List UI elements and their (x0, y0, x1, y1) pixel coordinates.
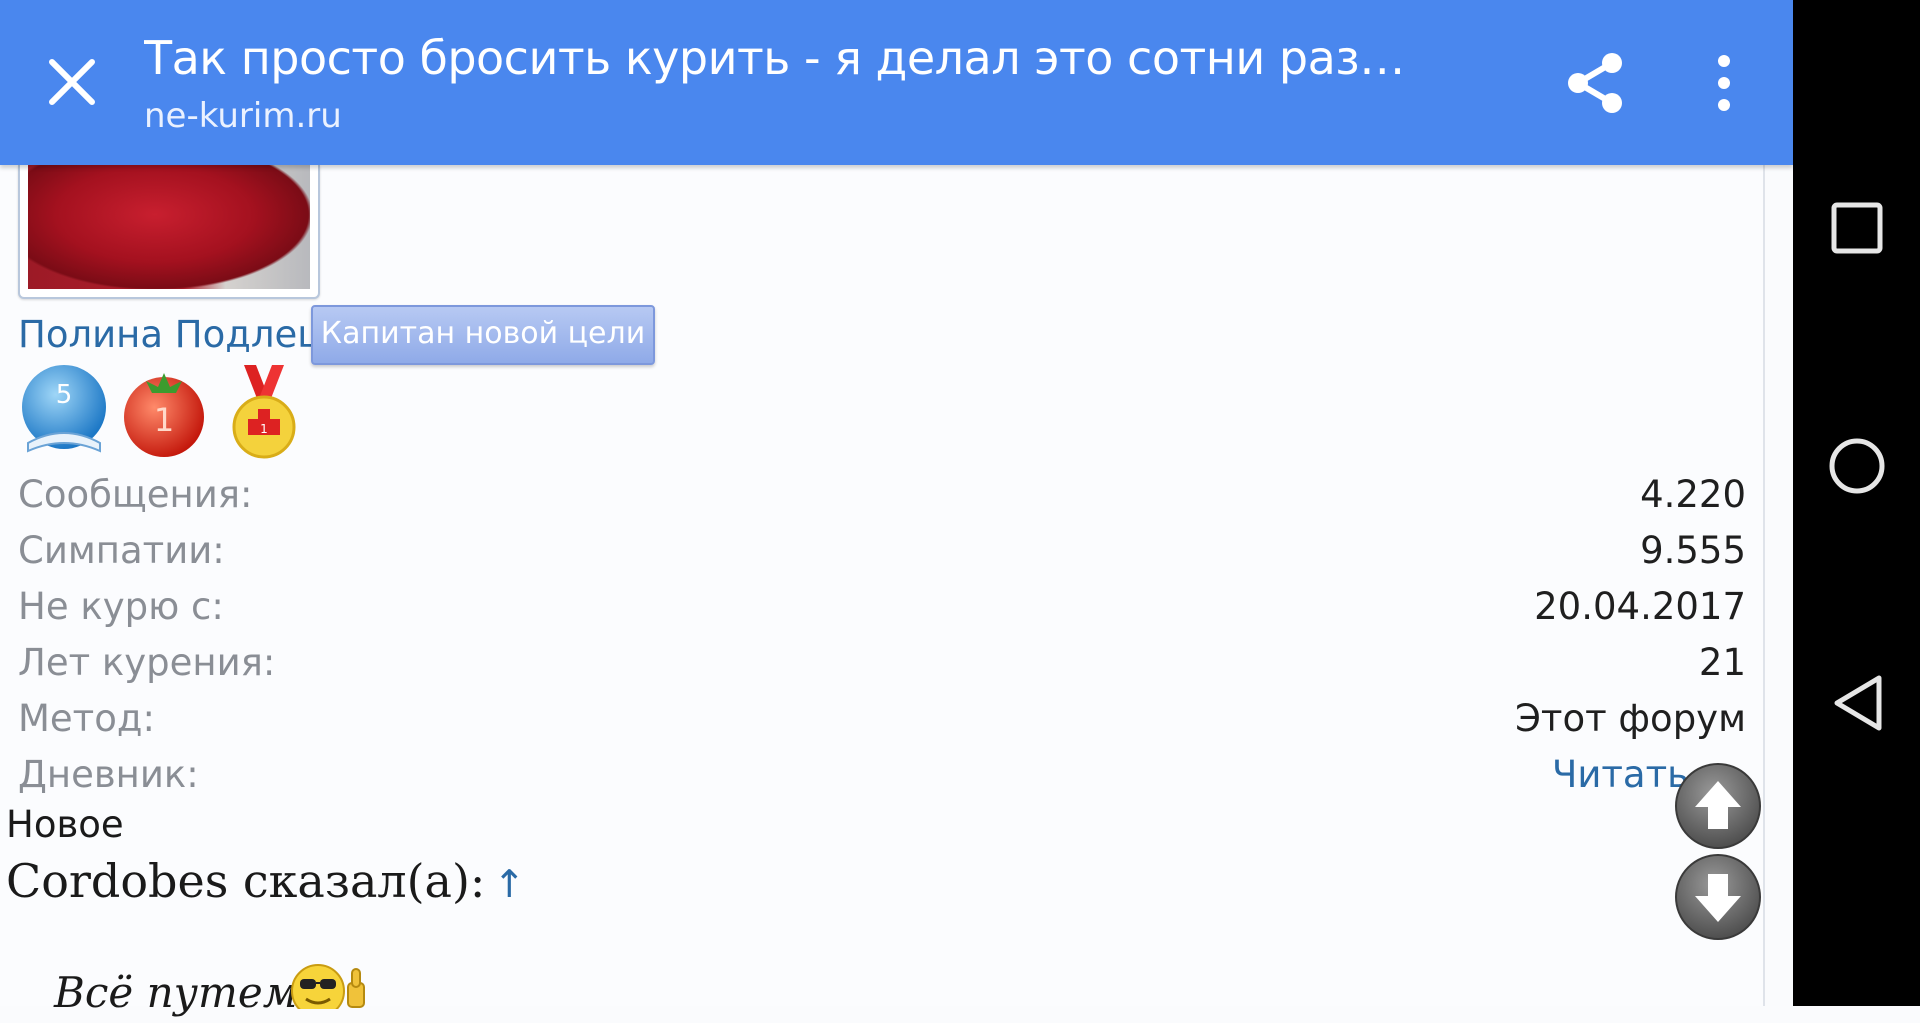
stat-years-smoking: Лет курения: 21 (18, 635, 1746, 691)
stat-quit-date: Не курю с: 20.04.2017 (18, 579, 1746, 635)
avatar-image (28, 165, 310, 289)
stat-label: Метод: (18, 697, 155, 740)
stat-label: Лет курения: (18, 641, 276, 684)
close-icon[interactable] (42, 52, 102, 112)
scroll-to-top-button[interactable] (1673, 761, 1763, 851)
stat-value: 4.220 (1640, 473, 1746, 516)
stat-likes: Симпатии: 9.555 (18, 523, 1746, 579)
quote-header: Cordobes сказал(а): ↑ (6, 851, 525, 914)
stat-label: Не курю с: (18, 585, 224, 628)
quote-text: Всё путем (54, 968, 298, 1017)
quote-jump-link[interactable]: ↑ (493, 862, 525, 906)
stat-label: Симпатии: (18, 529, 225, 572)
user-stats: Сообщения: 4.220 Симпатии: 9.555 Не курю… (18, 467, 1746, 803)
username-link[interactable]: Полина Подлец (18, 311, 322, 359)
tomato-trophy-icon[interactable]: 1 (118, 361, 210, 461)
stat-value: 21 (1698, 641, 1746, 684)
page-title: Так просто бросить курить - я делал это … (144, 31, 1414, 85)
stat-diary: Дневник: Читать »» (18, 747, 1746, 803)
svg-text:5: 5 (56, 380, 73, 410)
page-content: Полина Подлец Капитан новой цели 5 1 1 С… (0, 165, 1765, 1018)
avatar[interactable] (18, 165, 320, 299)
stat-label: Дневник: (18, 753, 199, 796)
system-navigation-bar (1793, 0, 1920, 1006)
page-url: ne-kurim.ru (144, 96, 342, 136)
back-icon[interactable] (1829, 672, 1885, 734)
quote-author: Cordobes сказал(а): (6, 854, 486, 908)
stat-value: Этот форум (1515, 697, 1746, 740)
svg-text:1: 1 (154, 401, 174, 439)
stat-value: 9.555 (1640, 529, 1746, 572)
scroll-to-bottom-button[interactable] (1673, 852, 1763, 942)
stat-value: 20.04.2017 (1534, 585, 1746, 628)
recent-apps-icon[interactable] (1829, 200, 1885, 256)
more-options-icon[interactable] (1706, 52, 1742, 114)
svg-text:1: 1 (260, 422, 268, 436)
stat-method: Метод: Этот форум (18, 691, 1746, 747)
share-icon[interactable] (1560, 48, 1630, 118)
cool-thumbs-up-smiley-icon (290, 963, 370, 1018)
rank-badge: Капитан новой цели (311, 305, 655, 365)
books-trophy-icon[interactable]: 5 (18, 361, 110, 461)
medal-trophy-icon[interactable]: 1 (228, 361, 300, 461)
browser-toolbar: Так просто бросить курить - я делал это … (0, 0, 1793, 165)
stat-label: Сообщения: (18, 473, 253, 516)
stat-messages: Сообщения: 4.220 (18, 467, 1746, 523)
home-icon[interactable] (1827, 436, 1887, 496)
new-post-label: Новое (6, 803, 124, 846)
